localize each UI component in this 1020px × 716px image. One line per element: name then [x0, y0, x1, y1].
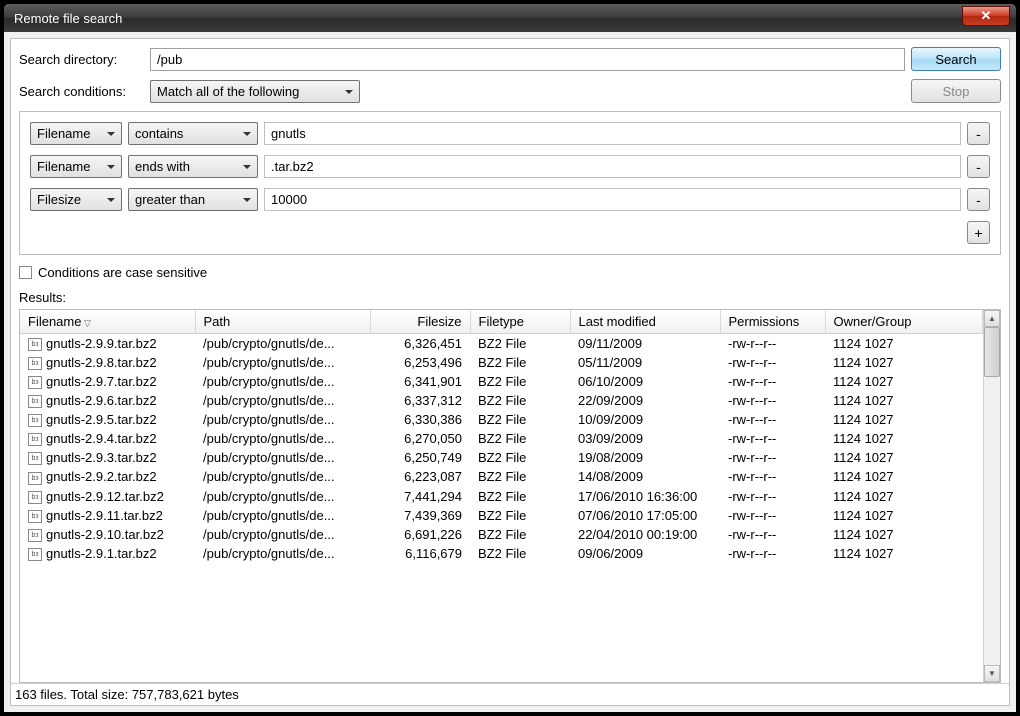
file-icon: bз [28, 472, 42, 485]
search-button[interactable]: Search [911, 47, 1001, 71]
file-icon: bз [28, 414, 42, 427]
table-row[interactable]: bзgnutls-2.9.2.tar.bz2/pub/crypto/gnutls… [20, 467, 983, 486]
table-row[interactable]: bзgnutls-2.9.8.tar.bz2/pub/crypto/gnutls… [20, 353, 983, 372]
file-icon: bз [28, 491, 42, 504]
close-button[interactable]: ✕ [962, 6, 1010, 26]
cond-op-select[interactable]: contains [128, 122, 258, 145]
table-row[interactable]: bзgnutls-2.9.1.tar.bz2/pub/crypto/gnutls… [20, 544, 983, 563]
table-row[interactable]: bзgnutls-2.9.3.tar.bz2/pub/crypto/gnutls… [20, 448, 983, 467]
add-row: + [30, 221, 990, 244]
cond-op-select[interactable]: ends with [128, 155, 258, 178]
file-icon: bз [28, 548, 42, 561]
window: Remote file search ✕ Search directory: S… [3, 3, 1017, 713]
table-row[interactable]: bзgnutls-2.9.9.tar.bz2/pub/crypto/gnutls… [20, 334, 983, 354]
titlebar[interactable]: Remote file search ✕ [4, 4, 1016, 32]
table-row[interactable]: bзgnutls-2.9.11.tar.bz2/pub/crypto/gnutl… [20, 506, 983, 525]
col-path[interactable]: Path [195, 310, 370, 334]
table-row[interactable]: bзgnutls-2.9.4.tar.bz2/pub/crypto/gnutls… [20, 429, 983, 448]
search-cond-row: Search conditions: Match all of the foll… [19, 79, 1001, 103]
col-modified[interactable]: Last modified [570, 310, 720, 334]
table-row[interactable]: bзgnutls-2.9.12.tar.bz2/pub/crypto/gnutl… [20, 487, 983, 506]
search-cond-label: Search conditions: [19, 84, 144, 99]
results-label: Results: [19, 290, 1001, 305]
scrollbar[interactable]: ▲ ▼ [983, 310, 1000, 682]
cond-value-input[interactable] [264, 155, 961, 178]
col-filesize[interactable]: Filesize [370, 310, 470, 334]
cond-value-input[interactable] [264, 188, 961, 211]
condition-row: Filename ends with - [30, 155, 990, 178]
match-mode-value: Match all of the following [157, 84, 299, 99]
file-icon: bз [28, 529, 42, 542]
case-sensitive-row: Conditions are case sensitive [19, 265, 1001, 280]
scroll-up-button[interactable]: ▲ [984, 310, 1000, 327]
remove-condition-button[interactable]: - [967, 122, 990, 145]
col-filetype[interactable]: Filetype [470, 310, 570, 334]
condition-row: Filesize greater than - [30, 188, 990, 211]
cond-op-select[interactable]: greater than [128, 188, 258, 211]
search-dir-label: Search directory: [19, 52, 144, 67]
add-condition-button[interactable]: + [967, 221, 990, 244]
match-mode-select[interactable]: Match all of the following [150, 80, 360, 103]
table-row[interactable]: bзgnutls-2.9.6.tar.bz2/pub/crypto/gnutls… [20, 391, 983, 410]
scroll-down-button[interactable]: ▼ [984, 665, 1000, 682]
content: Search directory: Search Search conditio… [10, 38, 1010, 706]
status-bar: 163 files. Total size: 757,783,621 bytes [11, 683, 1009, 705]
file-icon: bз [28, 376, 42, 389]
scroll-thumb[interactable] [984, 327, 1000, 377]
results-panel: Filename Path Filesize Filetype Last mod… [19, 309, 1001, 683]
conditions-panel: Filename contains - Filename ends with -… [19, 111, 1001, 255]
col-filename[interactable]: Filename [20, 310, 195, 334]
cond-field-select[interactable]: Filesize [30, 188, 122, 211]
table-row[interactable]: bзgnutls-2.9.10.tar.bz2/pub/crypto/gnutl… [20, 525, 983, 544]
file-icon: bз [28, 452, 42, 465]
remove-condition-button[interactable]: - [967, 188, 990, 211]
search-dir-row: Search directory: Search [19, 47, 1001, 71]
condition-row: Filename contains - [30, 122, 990, 145]
file-icon: bз [28, 510, 42, 523]
file-icon: bз [28, 395, 42, 408]
results-table: Filename Path Filesize Filetype Last mod… [20, 310, 983, 563]
cond-field-select[interactable]: Filename [30, 122, 122, 145]
cond-field-select[interactable]: Filename [30, 155, 122, 178]
col-owner[interactable]: Owner/Group [825, 310, 983, 334]
case-sensitive-label: Conditions are case sensitive [38, 265, 207, 280]
table-row[interactable]: bзgnutls-2.9.7.tar.bz2/pub/crypto/gnutls… [20, 372, 983, 391]
close-icon: ✕ [981, 8, 992, 24]
stop-button[interactable]: Stop [911, 79, 1001, 103]
col-permissions[interactable]: Permissions [720, 310, 825, 334]
file-icon: bз [28, 433, 42, 446]
cond-value-input[interactable] [264, 122, 961, 145]
window-title: Remote file search [14, 11, 962, 26]
search-dir-input[interactable] [150, 48, 905, 71]
remove-condition-button[interactable]: - [967, 155, 990, 178]
table-row[interactable]: bзgnutls-2.9.5.tar.bz2/pub/crypto/gnutls… [20, 410, 983, 429]
case-sensitive-checkbox[interactable] [19, 266, 32, 279]
file-icon: bз [28, 357, 42, 370]
file-icon: bз [28, 338, 42, 351]
